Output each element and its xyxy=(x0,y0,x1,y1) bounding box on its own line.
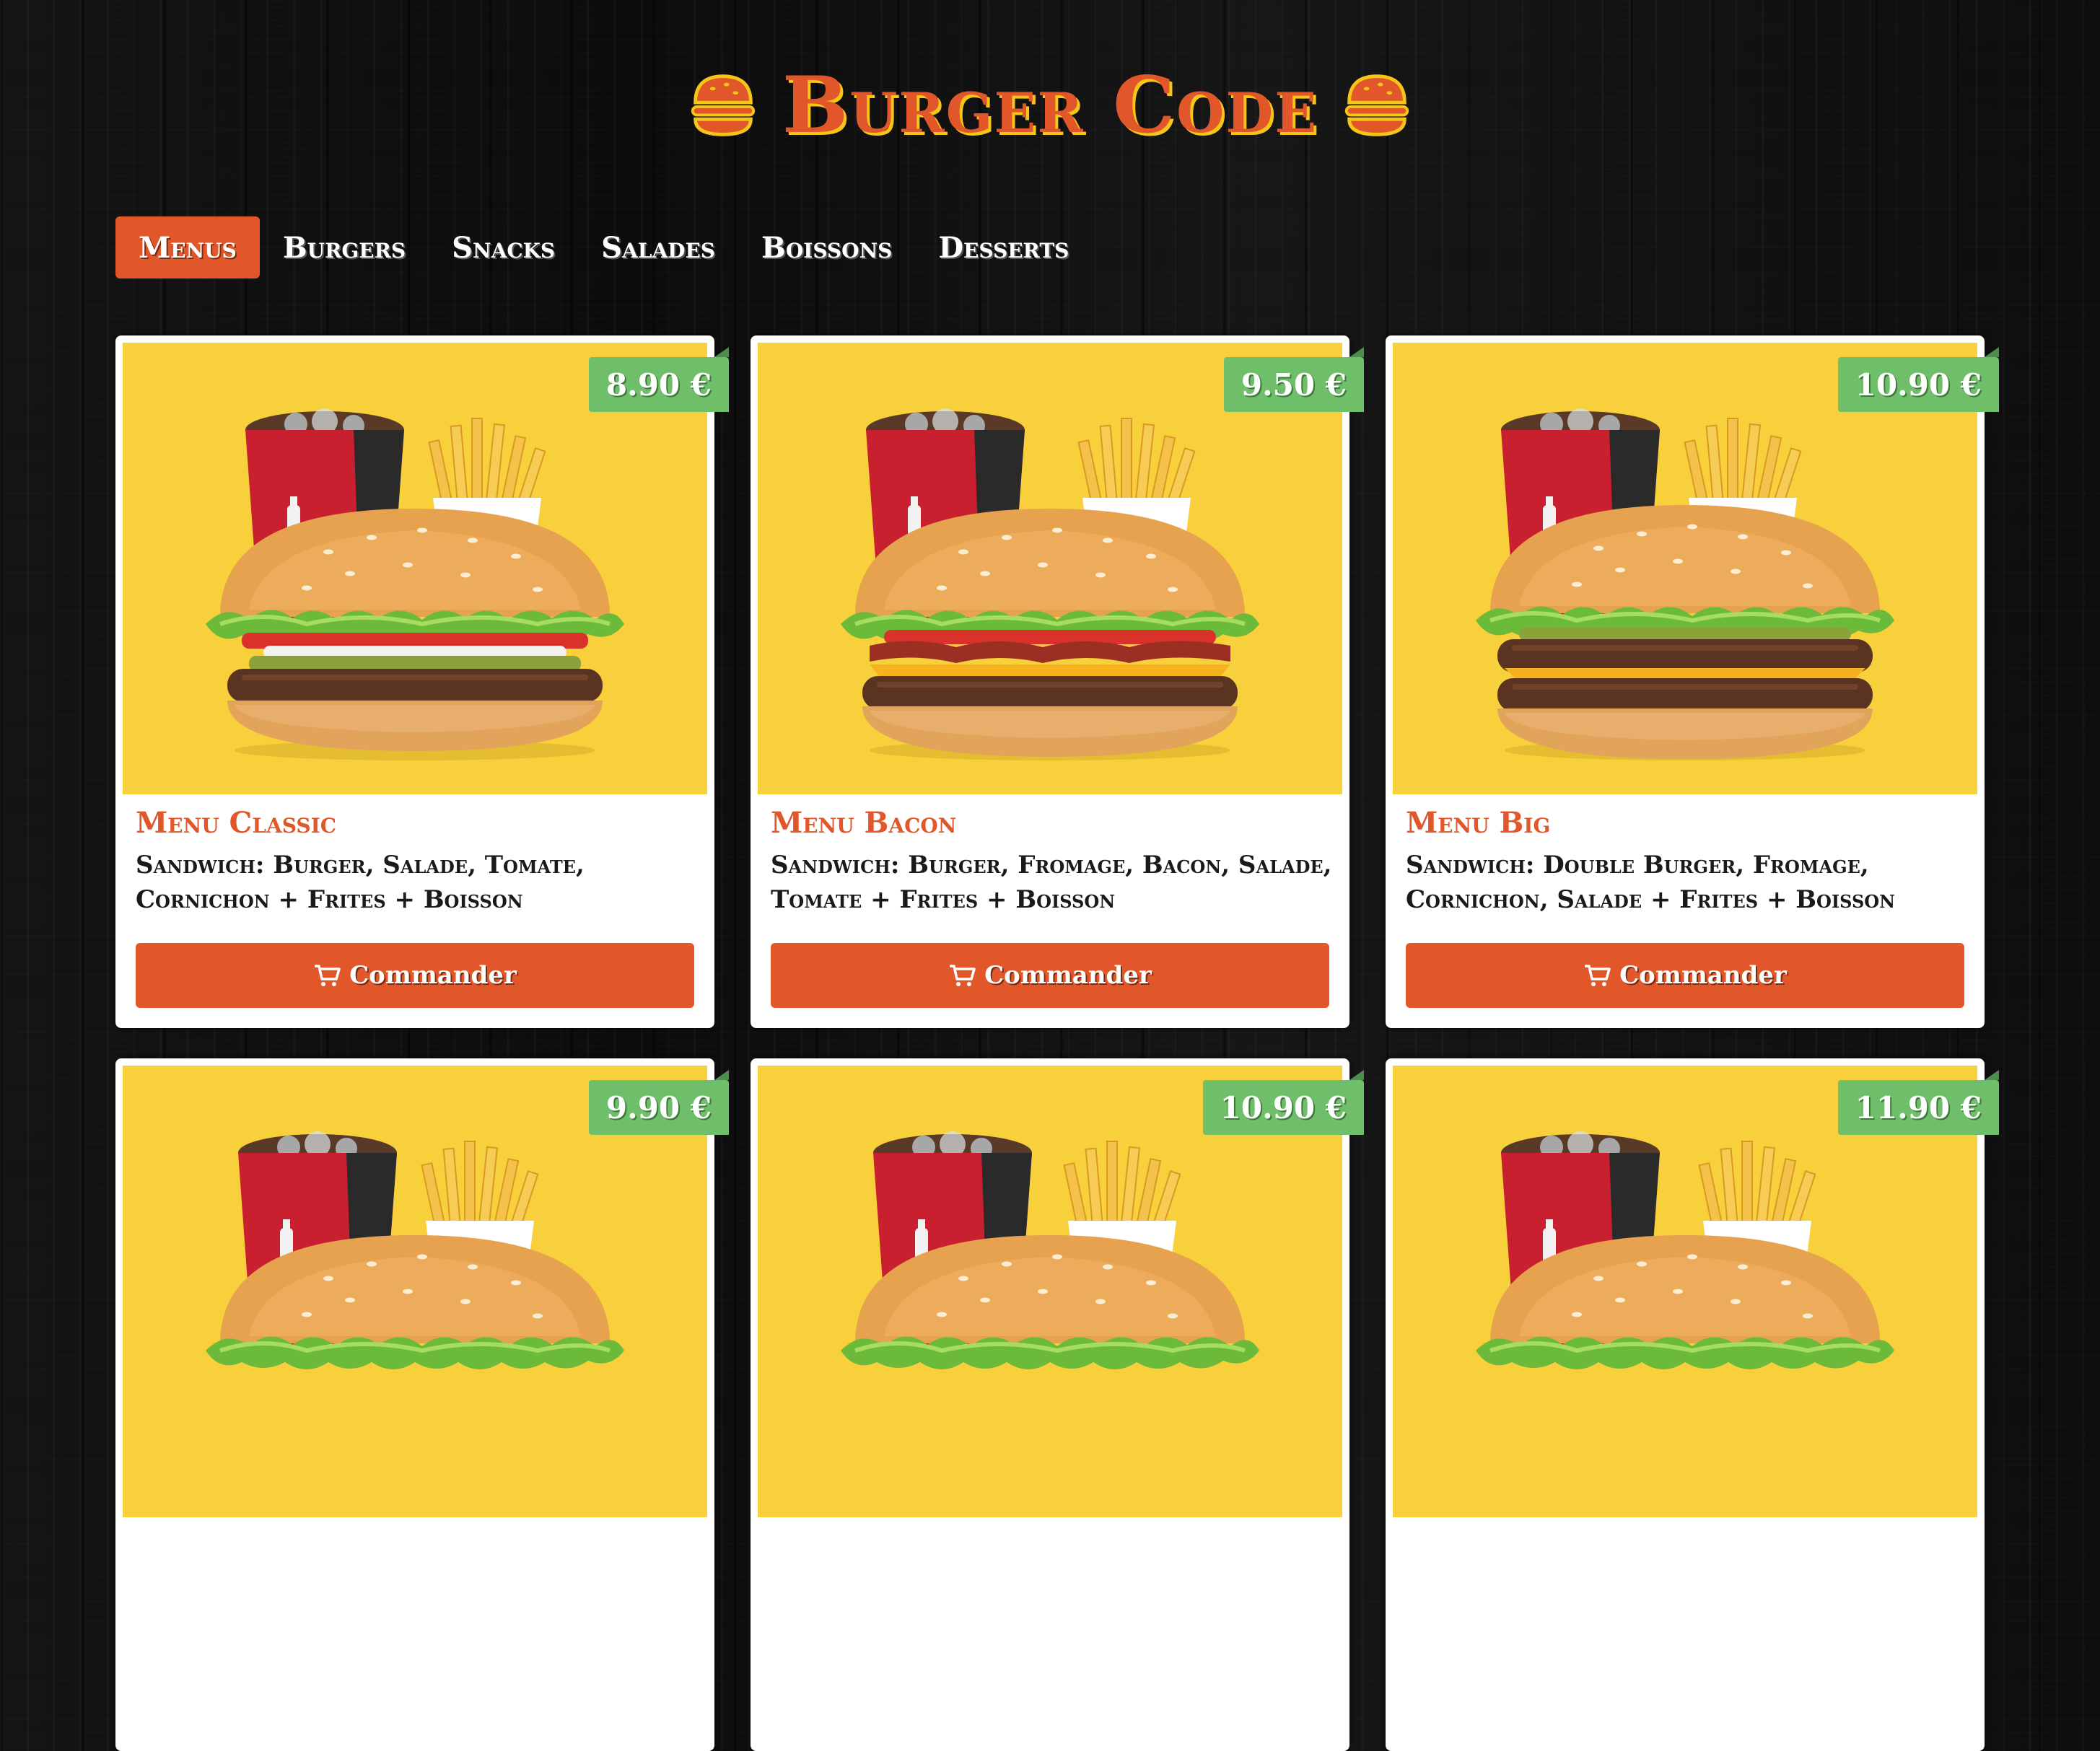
product-description: Sandwich: Burger, Fromage, Bacon, Salade… xyxy=(771,851,1332,914)
price-badge: 10.90 € xyxy=(1202,1070,1365,1135)
order-button[interactable]: Commander xyxy=(1406,943,1964,1008)
product-card: 8.90 € Menu Classic Sandwich: Burger, Sa… xyxy=(115,335,730,1028)
product-title: Menu Classic xyxy=(136,806,337,840)
product-card: 9.90 € xyxy=(115,1058,730,1751)
tab-salades[interactable]: Salades xyxy=(578,216,738,278)
tab-menus[interactable]: Menus xyxy=(115,216,260,278)
category-tabs: Menus Burgers Snacks Salades Boissons De… xyxy=(115,216,1092,278)
product-grid: 8.90 € Menu Classic Sandwich: Burger, Sa… xyxy=(115,335,2000,1751)
order-button[interactable]: Commander xyxy=(771,943,1329,1008)
order-button-label: Commander xyxy=(984,961,1152,990)
product-description: Sandwich: Double Burger, Fromage, Cornic… xyxy=(1406,851,1896,914)
tab-burgers[interactable]: Burgers xyxy=(260,216,429,278)
price-badge: 8.90 € xyxy=(588,347,730,412)
tab-boissons[interactable]: Boissons xyxy=(738,216,915,278)
product-description: Sandwich: Burger, Salade, Tomate, Cornic… xyxy=(136,851,585,914)
price-badge: 11.90 € xyxy=(1837,1070,2000,1135)
burger-logo-icon xyxy=(1344,74,1409,136)
burger-logo-icon xyxy=(691,74,756,136)
product-card: 10.90 € Menu Big Sandwich: Double Burger… xyxy=(1386,335,2000,1028)
cart-icon xyxy=(950,965,976,986)
site-title[interactable]: Burger Code xyxy=(782,66,1318,144)
order-button-label: Commander xyxy=(1619,961,1787,990)
product-card: 10.90 € xyxy=(751,1058,1365,1751)
price-badge: 9.90 € xyxy=(588,1070,730,1135)
order-button-label: Commander xyxy=(349,961,517,990)
order-button[interactable]: Commander xyxy=(136,943,694,1008)
price-badge: 9.50 € xyxy=(1223,347,1365,412)
product-card: 9.50 € Menu Bacon Sandwich: Burger, From… xyxy=(751,335,1365,1028)
site-header: Burger Code xyxy=(0,62,2100,149)
price-badge: 10.90 € xyxy=(1837,347,2000,412)
product-title: Menu Bacon xyxy=(771,806,957,840)
product-title: Menu Big xyxy=(1406,806,1551,840)
cart-icon xyxy=(315,965,341,986)
cart-icon xyxy=(1585,965,1611,986)
product-card: 11.90 € xyxy=(1386,1058,2000,1751)
tab-desserts[interactable]: Desserts xyxy=(915,216,1092,278)
tab-snacks[interactable]: Snacks xyxy=(429,216,578,278)
